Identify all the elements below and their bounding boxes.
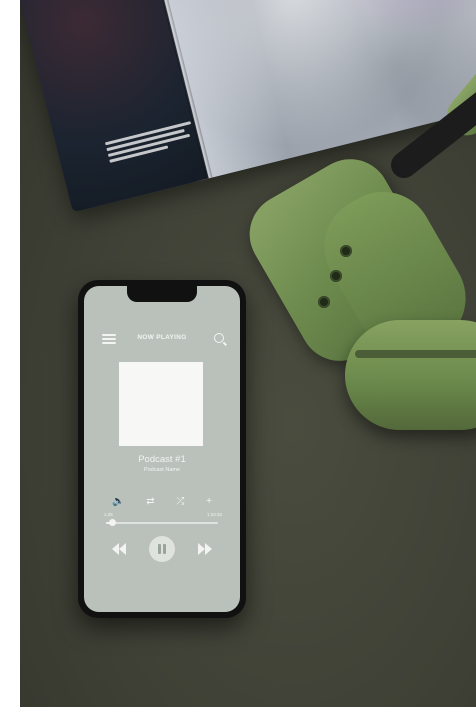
repeat-icon[interactable]: ⇄ <box>146 496 154 508</box>
time-elapsed: 1:25 <box>104 512 113 517</box>
pause-icon <box>158 544 161 554</box>
track-subtitle: Podcast Name <box>143 467 181 473</box>
pause-icon <box>163 544 166 554</box>
shuffle-icon[interactable]: ⤮ <box>176 496 184 508</box>
add-icon[interactable]: + <box>206 496 212 508</box>
next-icon[interactable] <box>198 543 212 555</box>
track-title: Podcast #1 <box>138 454 186 465</box>
previous-icon[interactable] <box>112 543 126 555</box>
smartphone: NOW PLAYING Podcast #1 Podcast Name 🔈 ⇄ … <box>78 280 246 618</box>
pause-button[interactable] <box>149 536 175 562</box>
transport-controls <box>84 536 240 562</box>
time-total: 1:23:32 <box>206 512 222 517</box>
headphone-button-icon <box>330 270 342 282</box>
progress-knob[interactable] <box>108 519 116 526</box>
photo-background: NOW PLAYING Podcast #1 Podcast Name 🔈 ⇄ … <box>20 0 476 707</box>
headphone-button-icon <box>318 296 330 308</box>
phone-notch <box>127 286 197 302</box>
phone-screen: NOW PLAYING Podcast #1 Podcast Name 🔈 ⇄ … <box>84 286 240 612</box>
headphone-ear-cup-right <box>345 320 476 430</box>
headphone-button-icon <box>340 245 352 257</box>
player-top-bar: NOW PLAYING <box>84 332 240 346</box>
volume-icon[interactable]: 🔈 <box>112 496 124 508</box>
search-icon[interactable] <box>214 333 224 343</box>
secondary-controls: 🔈 ⇄ ⤮ + <box>112 496 212 508</box>
headphone-cup-seam <box>355 350 476 358</box>
magazine <box>20 0 476 213</box>
album-artwork <box>119 362 203 446</box>
progress-bar[interactable] <box>106 519 218 526</box>
